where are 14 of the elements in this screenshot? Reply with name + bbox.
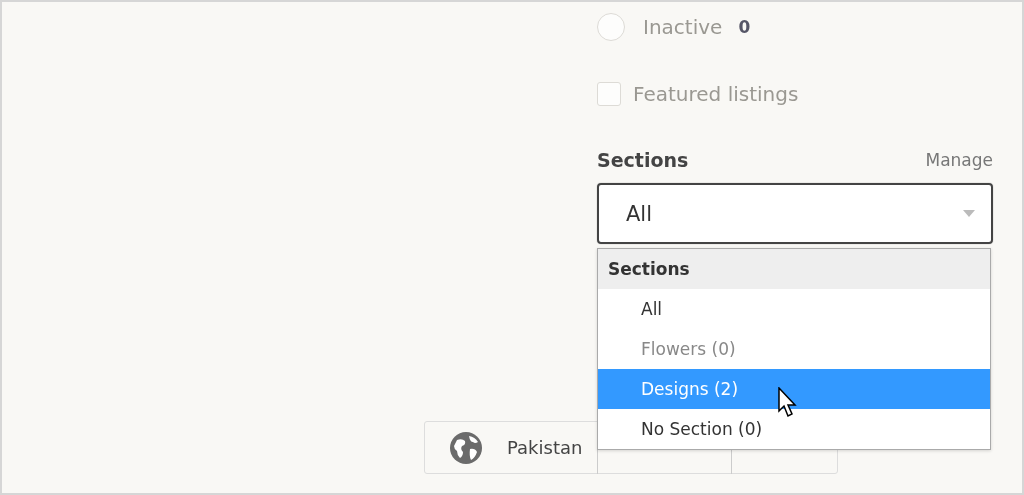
country-selector[interactable]: Pakistan xyxy=(507,437,583,458)
filter-label: Featured listings xyxy=(633,82,799,106)
section-title: Sections xyxy=(597,149,689,171)
dropdown-value: All xyxy=(626,201,653,226)
caret-icon xyxy=(963,210,975,217)
filter-label: Inactive xyxy=(643,15,723,39)
menu-header: Sections xyxy=(598,249,990,289)
globe-icon xyxy=(449,430,483,465)
cursor-icon xyxy=(778,387,798,419)
manage-link[interactable]: Manage xyxy=(925,150,993,170)
section-dropdown[interactable]: All xyxy=(597,183,993,244)
menu-item[interactable]: No Section (0) xyxy=(598,409,990,449)
count-label: 0 xyxy=(738,17,751,37)
menu-item[interactable]: All xyxy=(598,289,990,329)
